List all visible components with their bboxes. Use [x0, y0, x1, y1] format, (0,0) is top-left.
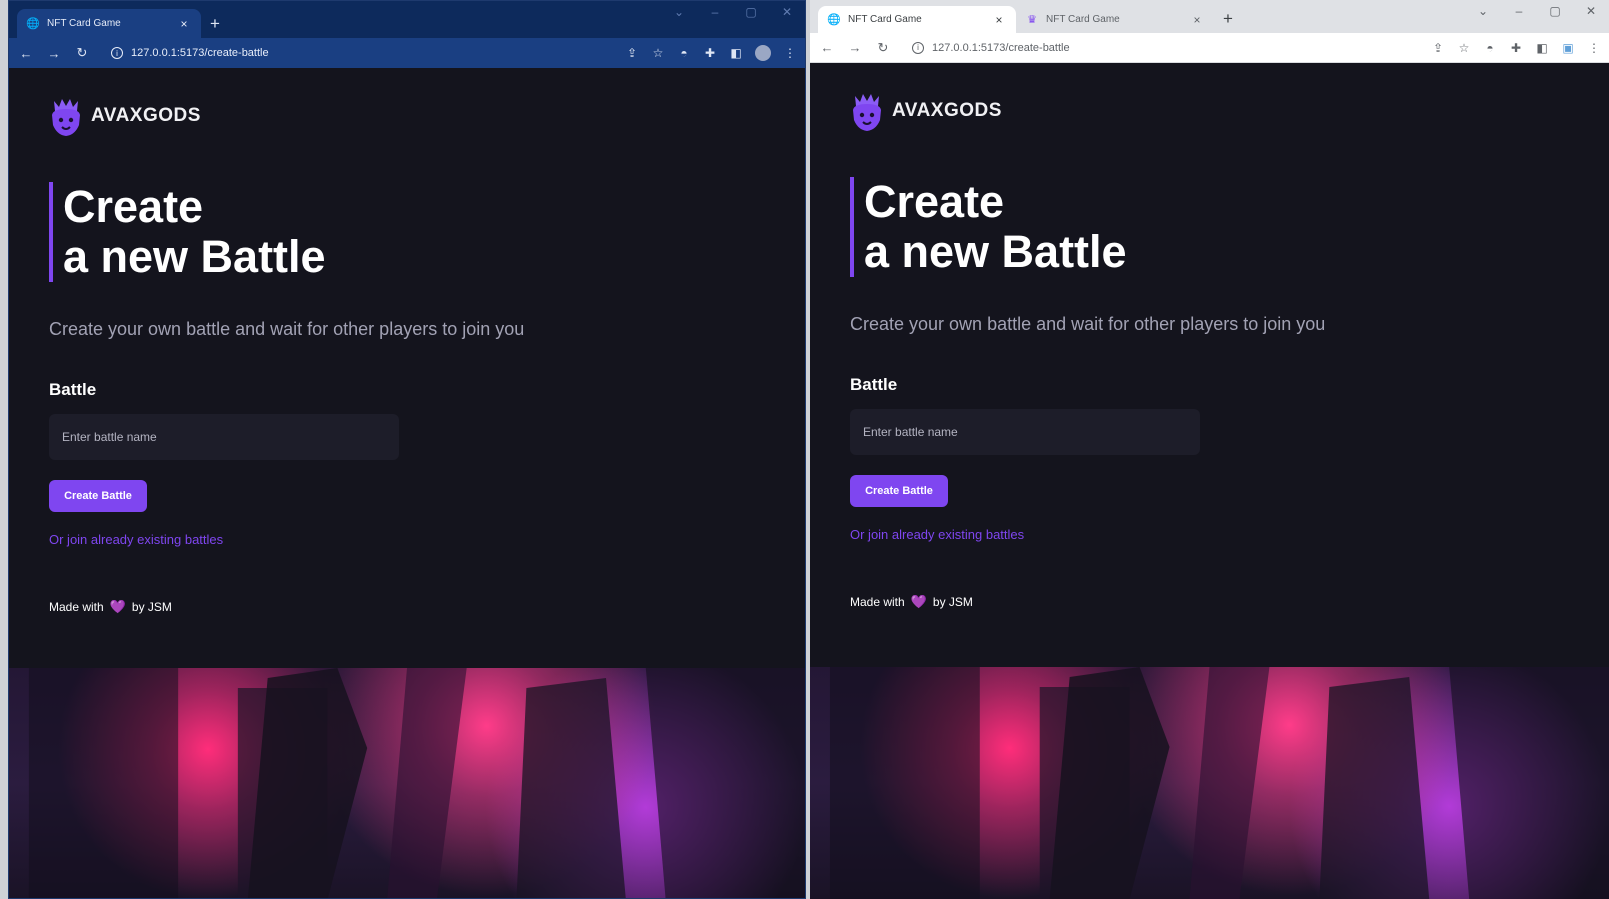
star-icon[interactable]: ☆ [1457, 41, 1471, 55]
app-favicon-icon: ♛ [1027, 14, 1037, 26]
browser-window-left: 🌐 NFT Card Game × + ⌄ – ▢ ✕ ← → ↻ i 127.… [8, 0, 806, 899]
site-info-icon[interactable]: i [111, 47, 123, 59]
back-icon[interactable]: ← [818, 40, 836, 55]
profile-avatar-icon[interactable] [755, 45, 771, 61]
create-battle-page: AVAXGODS Create a new Battle Create your… [810, 63, 1609, 899]
page-heading: Create a new Battle [850, 177, 1609, 277]
footer: Made with 💜 by JSM [49, 599, 805, 615]
close-tab-icon[interactable]: × [1190, 13, 1204, 27]
close-window-icon[interactable]: ✕ [777, 5, 797, 19]
kebab-menu-icon[interactable]: ⋮ [783, 46, 797, 60]
desktop: 🌐 NFT Card Game × + ⌄ – ▢ ✕ ← → ↻ i 127.… [0, 0, 1609, 899]
brand-name: AVAXGODS [91, 105, 201, 126]
join-battles-link[interactable]: Or join already existing battles [850, 527, 1609, 542]
brand-name: AVAXGODS [892, 100, 1002, 121]
page-subtitle: Create your own battle and wait for othe… [850, 314, 1326, 334]
heart-icon: 💜 [910, 594, 927, 609]
forward-icon[interactable]: → [45, 46, 63, 61]
heading-line-1: Create [864, 176, 1005, 227]
close-tab-icon[interactable]: × [992, 13, 1006, 27]
artwork-shapes [28, 668, 805, 898]
tab-nft-card-game-2[interactable]: ♛ NFT Card Game × [1016, 6, 1214, 33]
join-battles-link[interactable]: Or join already existing battles [49, 532, 805, 547]
battle-name-input[interactable]: Enter battle name [49, 414, 399, 460]
star-icon[interactable]: ☆ [651, 46, 665, 60]
globe-icon: 🌐 [26, 18, 40, 30]
artwork-shapes [829, 667, 1609, 899]
share-icon[interactable]: ⇪ [1431, 41, 1445, 55]
heading-line-2: a new Battle [63, 231, 326, 282]
close-tab-icon[interactable]: × [177, 17, 191, 31]
kebab-menu-icon[interactable]: ⋮ [1587, 41, 1601, 55]
brand[interactable]: AVAXGODS [850, 90, 1609, 132]
tab-title: NFT Card Game [47, 18, 121, 29]
extension-cat-icon[interactable]: ◓ [677, 46, 691, 60]
sidepanel-icon[interactable]: ◧ [1535, 41, 1549, 55]
battle-name-input[interactable]: Enter battle name [850, 409, 1200, 455]
tab-title: NFT Card Game [1046, 14, 1120, 25]
window-controls: ⌄ – ▢ ✕ [1473, 4, 1601, 18]
maximize-icon[interactable]: ▢ [1545, 4, 1565, 18]
tab-search-icon[interactable]: ⌄ [669, 5, 689, 19]
heading-line-2: a new Battle [864, 226, 1127, 277]
browser-window-right: 🌐 NFT Card Game × ♛ NFT Card Game × + ⌄ … [810, 0, 1609, 899]
tab-strip: 🌐 NFT Card Game × + ⌄ – ▢ ✕ [9, 1, 805, 38]
profile-avatar-icon[interactable]: ▣ [1561, 41, 1575, 55]
minimize-icon[interactable]: – [1509, 4, 1529, 18]
new-tab-button[interactable]: + [201, 10, 229, 38]
tab-strip: 🌐 NFT Card Game × ♛ NFT Card Game × + ⌄ … [810, 0, 1609, 33]
hero-artwork [810, 667, 1609, 899]
url-text: 127.0.0.1:5173/create-battle [932, 41, 1070, 54]
toolbar-icons: ⇪ ☆ ◓ ✚ ◧ ⋮ [625, 45, 797, 61]
reload-icon[interactable]: ↻ [73, 45, 91, 61]
address-bar[interactable]: i 127.0.0.1:5173/create-battle [101, 42, 615, 64]
window-controls: ⌄ – ▢ ✕ [669, 5, 797, 19]
browser-toolbar: ← → ↻ i 127.0.0.1:5173/create-battle ⇪ ☆… [9, 38, 805, 68]
back-icon[interactable]: ← [17, 46, 35, 61]
battle-label: Battle [850, 375, 898, 394]
maximize-icon[interactable]: ▢ [741, 5, 761, 19]
battle-label: Battle [49, 380, 97, 399]
close-window-icon[interactable]: ✕ [1581, 4, 1601, 18]
share-icon[interactable]: ⇪ [625, 46, 639, 60]
lion-logo-icon [853, 94, 881, 131]
toolbar-icons: ⇪ ☆ ◓ ✚ ◧ ▣ ⋮ [1431, 41, 1601, 55]
footer-prefix: Made with [850, 595, 905, 609]
footer-suffix: by JSM [131, 600, 172, 614]
tab-nft-card-game-1[interactable]: 🌐 NFT Card Game × [818, 6, 1016, 33]
extension-cat-icon[interactable]: ◓ [1483, 41, 1497, 55]
create-battle-button[interactable]: Create Battle [850, 475, 948, 507]
footer: Made with 💜 by JSM [850, 594, 1609, 610]
forward-icon[interactable]: → [846, 40, 864, 55]
puzzle-icon[interactable]: ✚ [703, 46, 717, 60]
reload-icon[interactable]: ↻ [874, 40, 892, 56]
tab-title: NFT Card Game [848, 14, 922, 25]
page-subtitle: Create your own battle and wait for othe… [49, 319, 525, 339]
globe-icon: 🌐 [827, 14, 841, 26]
site-info-icon[interactable]: i [912, 41, 924, 54]
url-text: 127.0.0.1:5173/create-battle [131, 47, 269, 59]
tab-search-icon[interactable]: ⌄ [1473, 4, 1493, 18]
lion-logo-icon [52, 99, 80, 136]
heart-icon: 💜 [109, 599, 126, 614]
puzzle-icon[interactable]: ✚ [1509, 41, 1523, 55]
heading-line-1: Create [63, 181, 204, 232]
minimize-icon[interactable]: – [705, 5, 725, 19]
tab-nft-card-game[interactable]: 🌐 NFT Card Game × [17, 9, 201, 38]
footer-suffix: by JSM [932, 595, 973, 609]
address-bar[interactable]: i 127.0.0.1:5173/create-battle [902, 37, 1421, 59]
browser-toolbar: ← → ↻ i 127.0.0.1:5173/create-battle ⇪ ☆… [810, 33, 1609, 63]
hero-artwork [9, 668, 805, 898]
new-tab-button[interactable]: + [1214, 5, 1242, 33]
create-battle-page: AVAXGODS Create a new Battle Create your… [9, 68, 805, 898]
create-battle-button[interactable]: Create Battle [49, 480, 147, 512]
page-heading: Create a new Battle [49, 182, 805, 282]
footer-prefix: Made with [49, 600, 104, 614]
sidepanel-icon[interactable]: ◧ [729, 46, 743, 60]
brand[interactable]: AVAXGODS [49, 95, 805, 137]
